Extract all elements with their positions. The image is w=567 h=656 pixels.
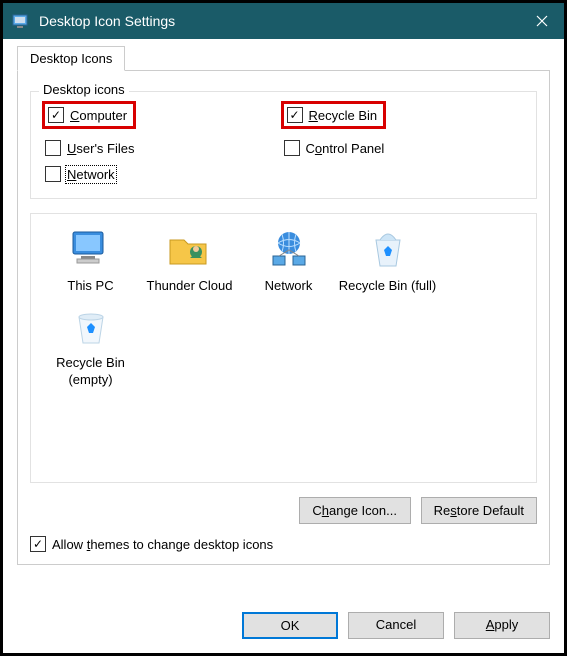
user-folder-icon <box>166 226 214 274</box>
recycle-bin-full-icon <box>364 226 412 274</box>
tab-panel: Desktop icons ✓ Computer ✓ Recycle Bin <box>17 70 550 565</box>
checkbox-label-network[interactable]: Network <box>67 167 115 182</box>
highlight-computer: ✓ Computer <box>42 101 136 129</box>
icon-recycle-bin-full[interactable]: Recycle Bin (full) <box>338 226 437 295</box>
checkbox-computer[interactable]: ✓ <box>48 107 64 123</box>
icon-label-recycle-full: Recycle Bin (full) <box>338 278 437 295</box>
icon-label-recycle-empty: Recycle Bin (empty) <box>41 355 140 389</box>
cancel-button[interactable]: Cancel <box>348 612 444 639</box>
checkbox-label-computer[interactable]: Computer <box>70 108 127 123</box>
restore-default-button[interactable]: Restore Default <box>421 497 537 524</box>
checkbox-label-allow-themes[interactable]: Allow themes to change desktop icons <box>52 537 273 552</box>
desktop-icons-group: Desktop icons ✓ Computer ✓ Recycle Bin <box>30 91 537 199</box>
icon-label-thunder-cloud: Thunder Cloud <box>140 278 239 295</box>
group-label: Desktop icons <box>39 82 129 97</box>
client-area: Desktop Icons Desktop icons ✓ Computer ✓ <box>3 39 564 653</box>
ok-button[interactable]: OK <box>242 612 338 639</box>
app-icon <box>11 11 31 31</box>
recycle-bin-empty-icon <box>67 303 115 351</box>
this-pc-icon <box>67 226 115 274</box>
checkbox-label-users-files[interactable]: User's Files <box>67 141 135 156</box>
window-title: Desktop Icon Settings <box>39 13 520 29</box>
apply-button[interactable]: Apply <box>454 612 550 639</box>
close-button[interactable] <box>520 3 564 39</box>
icon-buttons-row: Change Icon... Restore Default <box>30 497 537 524</box>
dialog-buttons: OK Cancel Apply <box>17 594 550 639</box>
icon-network[interactable]: Network <box>239 226 338 295</box>
network-icon <box>265 226 313 274</box>
checkbox-network[interactable] <box>45 166 61 182</box>
highlight-recycle-bin: ✓ Recycle Bin <box>281 101 387 129</box>
icon-label-this-pc: This PC <box>41 278 140 295</box>
change-icon-button[interactable]: Change Icon... <box>299 497 411 524</box>
titlebar: Desktop Icon Settings <box>3 3 564 39</box>
tab-desktop-icons[interactable]: Desktop Icons <box>17 46 125 71</box>
checkbox-recycle-bin[interactable]: ✓ <box>287 107 303 123</box>
icon-preview-grid: This PC Thunder Cloud <box>30 213 537 483</box>
icon-this-pc[interactable]: This PC <box>41 226 140 295</box>
checkbox-control-panel[interactable] <box>284 140 300 156</box>
icon-label-network: Network <box>239 278 338 295</box>
checkbox-label-recycle-bin[interactable]: Recycle Bin <box>309 108 378 123</box>
checkbox-allow-themes[interactable]: ✓ <box>30 536 46 552</box>
tab-strip: Desktop Icons Desktop icons ✓ Computer ✓ <box>17 45 550 565</box>
checkbox-users-files[interactable] <box>45 140 61 156</box>
icon-recycle-bin-empty[interactable]: Recycle Bin (empty) <box>41 303 140 389</box>
allow-themes-row: ✓ Allow themes to change desktop icons <box>30 536 537 552</box>
icon-thunder-cloud[interactable]: Thunder Cloud <box>140 226 239 295</box>
checkbox-label-control-panel[interactable]: Control Panel <box>306 141 385 156</box>
